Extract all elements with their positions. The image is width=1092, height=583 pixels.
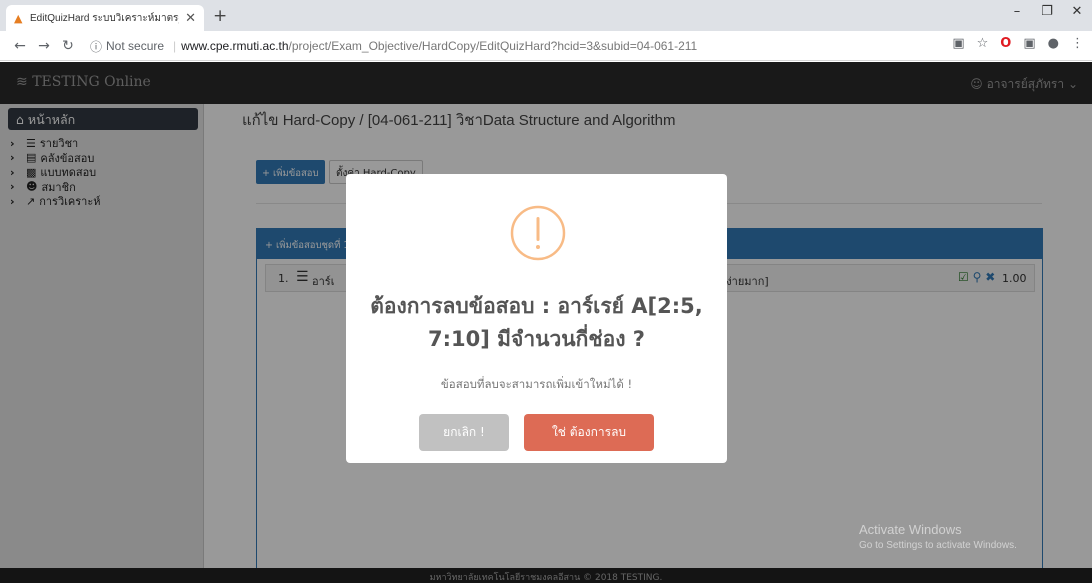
address-bar[interactable]: ⓘ Not secure | www.cpe.rmuti.ac.th/proje… [90,35,697,57]
info-icon[interactable]: ⓘ [90,38,102,55]
url-host: www.cpe.rmuti.ac.th [181,39,289,53]
close-tab-icon[interactable]: ✕ [185,11,196,26]
activation-watermark: Activate Windows Go to Settings to activ… [859,522,1017,552]
extension-icon[interactable]: ▣ [1023,36,1035,51]
forward-icon[interactable]: → [32,38,56,54]
translate-icon[interactable]: ▣ [952,36,964,51]
tab-title: EditQuizHard ระบบวิเคราะห์มาตรฐาน [30,12,179,24]
browser-tabstrip: ▲ EditQuizHard ระบบวิเคราะห์มาตรฐาน ✕ + … [0,0,1092,31]
warning-icon [510,205,566,261]
profile-icon[interactable]: ● [1048,36,1059,51]
browser-tab[interactable]: ▲ EditQuizHard ระบบวิเคราะห์มาตรฐาน ✕ [6,5,204,31]
confirm-delete-button[interactable]: ใช่ ต้องการลบ [524,414,654,451]
favicon-icon: ▲ [14,11,23,25]
reload-icon[interactable]: ↻ [56,38,80,54]
opera-icon[interactable]: O [1000,36,1011,51]
menu-icon[interactable]: ⋮ [1071,36,1084,51]
screen: ▲ EditQuizHard ระบบวิเคราะห์มาตรฐาน ✕ + … [0,0,1092,583]
watermark-title: Activate Windows [859,522,962,537]
cancel-button[interactable]: ยกเลิก ! [419,414,509,451]
minimize-icon[interactable]: – [1002,4,1032,19]
url-path: /project/Exam_Objective/HardCopy/EditQui… [288,39,698,53]
back-icon[interactable]: ← [8,38,32,54]
watermark-subtitle: Go to Settings to activate Windows. [859,539,1017,551]
security-label: Not secure [106,39,165,53]
window-close-icon[interactable]: ✕ [1062,4,1092,19]
new-tab-icon[interactable]: + [213,6,227,26]
dialog-title: ต้องการลบข้อสอบ : อาร์เรย์ A[2:5, 7:10] … [370,294,703,351]
confirm-delete-dialog: ต้องการลบข้อสอบ : อาร์เรย์ A[2:5, 7:10] … [346,174,727,463]
browser-toolbar: ← → ↻ ⓘ Not secure | www.cpe.rmuti.ac.th… [0,31,1092,61]
star-icon[interactable]: ☆ [977,36,989,51]
dialog-text: ข้อสอบที่ลบจะสามารถเพิ่มเข้าใหม่ได้ ! [440,377,633,391]
maximize-icon[interactable]: ❐ [1032,4,1062,19]
